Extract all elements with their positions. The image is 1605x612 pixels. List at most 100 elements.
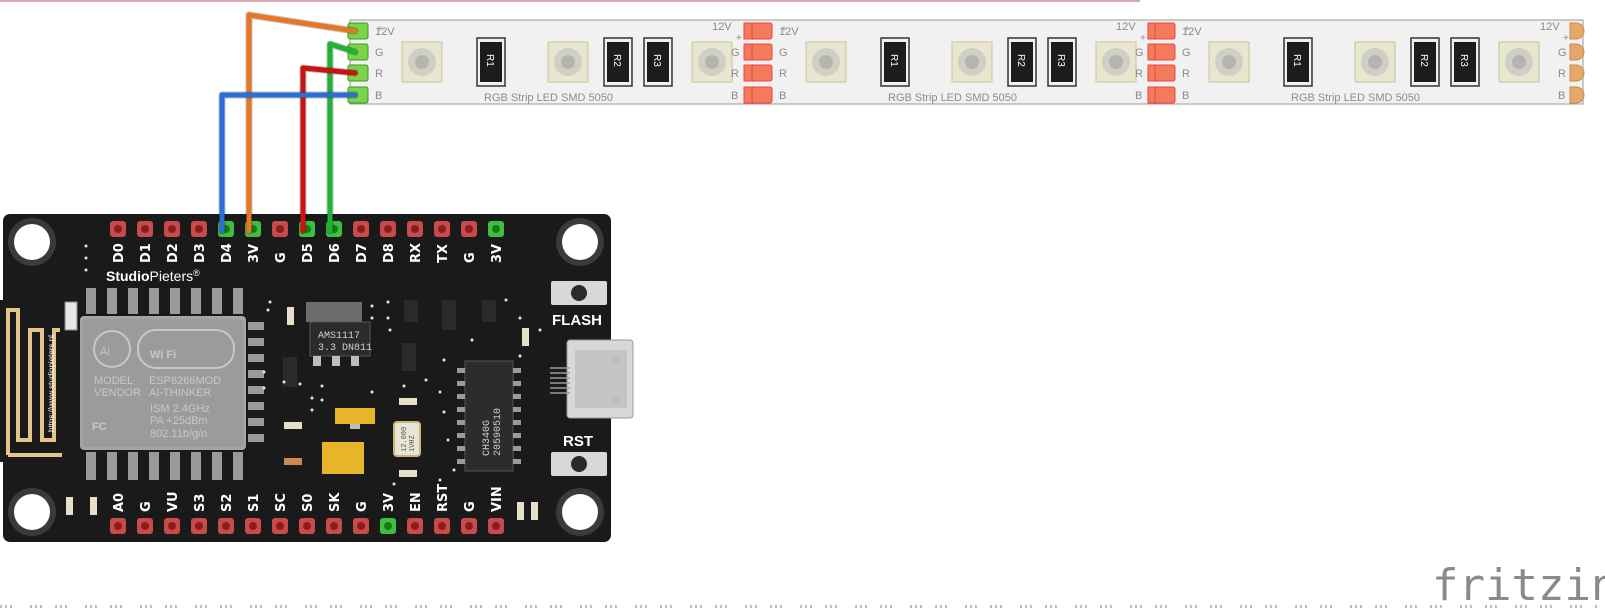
pin-label-bottom: A0 — [112, 493, 127, 512]
transistor-4 — [482, 300, 496, 322]
module-standard: 802.11b/g/n — [150, 428, 207, 440]
svg-text:+: + — [736, 33, 742, 44]
strip-pad-label: 12V — [1116, 21, 1136, 33]
svg-text:3.3 DN811: 3.3 DN811 — [318, 343, 372, 354]
resistor-label: R1 — [888, 54, 899, 67]
svg-text:G: G — [1558, 47, 1567, 59]
strip-plus-sign: + — [1184, 24, 1190, 35]
pin-label-top: D3 — [193, 243, 208, 263]
svg-text:Ai: Ai — [100, 346, 110, 358]
resistor-label: R2 — [1418, 54, 1429, 67]
pin-label-top: D5 — [301, 243, 316, 263]
strip-end-pad[interactable] — [1569, 86, 1585, 104]
smd-led-1 — [66, 497, 73, 515]
module-pa: PA +25dBm — [150, 415, 208, 427]
pin-label-bottom: EN — [409, 492, 424, 512]
pin-label-bottom: SK — [328, 492, 343, 512]
svg-text:+: + — [1563, 33, 1569, 44]
pin-label-bottom: G — [355, 501, 370, 512]
pin-label-bottom: S0 — [301, 494, 316, 512]
resistor-label: R2 — [1015, 54, 1026, 67]
fcc-logo: FC — [92, 421, 107, 433]
resistor-label: R2 — [611, 54, 622, 67]
strip-pad-label: G — [779, 47, 788, 59]
pin-label-bottom: S3 — [193, 494, 208, 512]
strip-end-pad[interactable] — [1569, 64, 1585, 82]
module-model-label: MODEL — [94, 375, 133, 387]
tantalum-cap-1 — [335, 408, 375, 424]
strip-plus-sign: + — [377, 24, 383, 35]
strip-pad-2-2[interactable] — [1154, 64, 1176, 82]
strip-pad-1-3[interactable] — [751, 86, 773, 104]
rgb-led-strip: 12VGRB+R1 R2 R3RGB Strip LED SMD 505012V+G… — [347, 19, 1585, 105]
nodemcu-board: StudioPieters® https://www.studiopieters… — [0, 214, 634, 542]
wire-d4-to-b[interactable] — [219, 92, 358, 234]
pin-label-top: D2 — [166, 243, 181, 263]
strip-end-pad[interactable] — [1569, 43, 1585, 61]
flash-button-label: FLASH — [552, 312, 602, 329]
smd-resistor-c — [399, 398, 417, 405]
svg-text:R: R — [1135, 68, 1143, 80]
svg-text:R: R — [731, 68, 739, 80]
svg-text:CH340G: CH340G — [482, 420, 493, 456]
svg-text:+: + — [1140, 33, 1146, 44]
strip-pad-label: G — [375, 47, 384, 59]
regulator-tab — [306, 302, 362, 322]
strip-label: RGB Strip LED SMD 5050 — [1291, 92, 1420, 104]
svg-text:G: G — [1135, 47, 1144, 59]
pin-label-top: TX — [436, 244, 451, 263]
svg-text:AMS1117: AMS1117 — [318, 331, 360, 342]
smd-resistor-b — [522, 328, 529, 346]
strip-pad-1-1[interactable] — [751, 43, 773, 61]
strip-pad-label: R — [1182, 68, 1190, 80]
pin-label-top: D1 — [139, 243, 154, 263]
bottom-artifact-strip — [0, 605, 1597, 608]
pin-label-top: D7 — [355, 243, 370, 263]
pin-label-top: D0 — [112, 243, 127, 263]
pin-label-bottom: G — [139, 501, 154, 512]
module-ism: ISM 2.4GHz — [150, 403, 210, 415]
pin-label-bottom: RST — [436, 484, 451, 512]
pin-label-bottom: SC — [274, 493, 289, 512]
strip-label: RGB Strip LED SMD 5050 — [888, 92, 1017, 104]
strip-label: RGB Strip LED SMD 5050 — [484, 92, 613, 104]
svg-text:G: G — [731, 47, 740, 59]
svg-text:1VHZ: 1VHZ — [409, 435, 417, 452]
resistor-label: R3 — [1055, 54, 1066, 67]
brand-logo: StudioPieters® — [106, 268, 200, 284]
svg-text:B: B — [1135, 90, 1142, 102]
strip-pad-label: R — [779, 68, 787, 80]
smd-led-3 — [517, 502, 524, 520]
pin-label-top: 3V — [247, 244, 262, 263]
smd-resistor-f — [399, 470, 417, 477]
module-model-value: ESP8266MOD — [149, 375, 221, 387]
svg-text:R: R — [1558, 68, 1566, 80]
pin-label-top: 3V — [490, 244, 505, 263]
transistor-5 — [402, 343, 416, 371]
svg-text:B: B — [1558, 90, 1565, 102]
pin-label-bottom: 3V — [382, 493, 397, 512]
strip-pad-2-1[interactable] — [1154, 43, 1176, 61]
smd-resistor-e — [284, 458, 302, 465]
strip-pad-2-3[interactable] — [1154, 86, 1176, 104]
svg-text:20590510: 20590510 — [493, 408, 504, 456]
tantalum-cap-2 — [322, 442, 364, 474]
strip-pad-2-0[interactable] — [1154, 22, 1176, 40]
breadboard-diagram: 12VGRB+R1 R2 R3RGB Strip LED SMD 505012V+G… — [0, 0, 1605, 611]
smd-led-2 — [90, 497, 97, 515]
module-vendor-label: VENDOR — [94, 387, 141, 399]
strip-pad-label: R — [375, 68, 383, 80]
strip-pad-1-0[interactable] — [751, 22, 773, 40]
rst-button-label: RST — [563, 433, 593, 450]
connection-wires — [218, 11, 359, 235]
smd-led-4 — [531, 502, 538, 520]
svg-text:12.000: 12.000 — [401, 427, 409, 452]
resistor-label: R3 — [651, 54, 662, 67]
pin-label-bottom: S1 — [247, 494, 262, 512]
pin-label-top: D8 — [382, 243, 397, 263]
strip-pad-label: B — [779, 90, 786, 102]
strip-pad-label: 12V — [712, 21, 732, 33]
strip-end-pad[interactable] — [1569, 22, 1585, 40]
board-url: https://www.studiopieters.nl — [47, 335, 56, 432]
strip-pad-1-2[interactable] — [751, 64, 773, 82]
